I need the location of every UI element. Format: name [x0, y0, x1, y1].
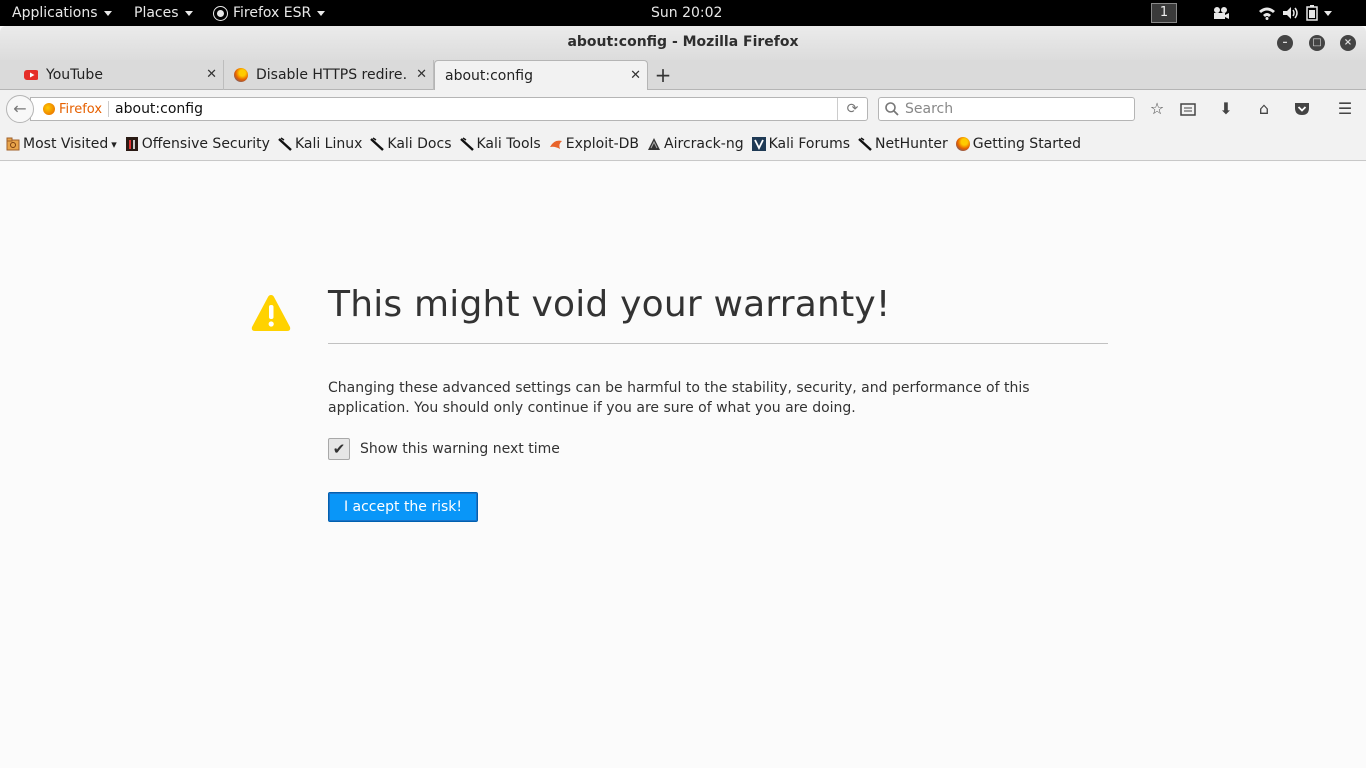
identity-label: Firefox	[59, 101, 103, 117]
bookmark-label: Getting Started	[972, 136, 1082, 152]
tab-bar: YouTube ✕ Disable HTTPS redire… ✕ about:…	[0, 60, 1366, 91]
url-text[interactable]: about:config	[109, 101, 203, 117]
forums-icon	[751, 137, 766, 151]
workspace-indicator[interactable]: 1	[1151, 3, 1177, 23]
folder-icon	[6, 137, 20, 151]
video-camera-icon	[1214, 7, 1229, 19]
bookmark-kali-forums[interactable]: Kali Forums	[751, 136, 851, 152]
bookmark-label: Kali Docs	[387, 136, 452, 152]
window-title: about:config - Mozilla Firefox	[567, 34, 799, 50]
warning-title: This might void your warranty!	[328, 284, 891, 325]
bookmark-kali-docs[interactable]: Kali Docs	[370, 136, 452, 152]
back-arrow-icon: ←	[13, 99, 27, 118]
chevron-down-icon	[1324, 10, 1332, 16]
checkmark-icon: ✔	[332, 440, 346, 458]
bookmark-label: Kali Tools	[476, 136, 541, 152]
checkbox-label[interactable]: Show this warning next time	[360, 441, 560, 457]
chevron-down-icon	[317, 10, 326, 16]
pocket-icon[interactable]	[1291, 98, 1313, 120]
bookmark-label: Aircrack-ng	[664, 136, 744, 152]
warning-icon	[251, 295, 291, 331]
firefox-app-icon	[214, 6, 227, 20]
bookmark-label: Offensive Security	[141, 136, 270, 152]
applications-menu[interactable]: Applications	[12, 0, 112, 26]
bookmark-label: NetHunter	[875, 136, 948, 152]
close-icon[interactable]: ×	[1340, 35, 1356, 51]
offsec-icon	[125, 137, 138, 151]
bookmark-nethunter[interactable]: NetHunter	[858, 136, 948, 152]
bookmark-star-icon[interactable]: ☆	[1146, 98, 1168, 120]
kali-icon	[370, 137, 385, 151]
clock[interactable]: Sun 20:02	[651, 0, 722, 26]
download-icon[interactable]: ⬇	[1215, 98, 1237, 120]
aircrack-icon	[648, 138, 661, 150]
minimize-icon[interactable]: –	[1277, 35, 1293, 51]
show-warning-checkbox[interactable]: ✔	[328, 438, 350, 460]
divider	[328, 343, 1108, 344]
bookmark-offensive-security[interactable]: Offensive Security	[125, 136, 270, 152]
tab-label: YouTube	[46, 67, 103, 83]
bookmark-label: Most Visited	[23, 136, 109, 152]
bookmark-aircrack-ng[interactable]: Aircrack-ng	[647, 136, 744, 152]
system-status[interactable]	[1258, 0, 1332, 26]
new-tab-button[interactable]: +	[652, 63, 674, 87]
close-tab-icon[interactable]: ✕	[206, 67, 217, 82]
bookmarks-toolbar: Most Visited ▾ Offensive Security Kali L…	[0, 128, 1366, 161]
bookmark-label: Kali Linux	[294, 136, 363, 152]
bookmark-exploit-db[interactable]: Exploit-DB	[549, 136, 639, 152]
clock-label: Sun 20:02	[651, 5, 723, 21]
places-menu[interactable]: Places	[134, 0, 193, 26]
bookmark-kali-linux[interactable]: Kali Linux	[278, 136, 362, 152]
bookmark-kali-tools[interactable]: Kali Tools	[459, 136, 541, 152]
firefox-icon	[43, 103, 55, 115]
kali-icon	[278, 137, 292, 151]
maximize-icon[interactable]: □	[1309, 35, 1325, 51]
bookmark-label: Exploit-DB	[565, 136, 640, 152]
status-menu[interactable]	[1212, 0, 1230, 26]
applications-label: Applications	[12, 5, 98, 21]
close-tab-icon[interactable]: ✕	[416, 67, 427, 82]
chevron-down-icon	[184, 10, 193, 16]
search-input[interactable]: Search	[878, 97, 1135, 121]
hamburger-menu-icon[interactable]: ☰	[1334, 98, 1356, 120]
places-label: Places	[134, 5, 179, 21]
bookmark-getting-started[interactable]: Getting Started	[955, 136, 1082, 152]
youtube-icon	[24, 70, 38, 80]
tab-label: Disable HTTPS redire…	[256, 67, 406, 83]
tab-about-config[interactable]: about:config ✕	[434, 60, 648, 91]
firefox-icon	[234, 68, 248, 82]
identity-box[interactable]: Firefox	[31, 101, 110, 117]
bookmark-label: Kali Forums	[768, 136, 851, 152]
exploitdb-icon	[549, 140, 562, 149]
gnome-top-bar: Applications Places Firefox ESR Sun 20:0…	[0, 0, 1366, 26]
close-tab-icon[interactable]: ✕	[630, 68, 641, 83]
search-placeholder: Search	[905, 101, 954, 117]
app-menu[interactable]: Firefox ESR	[214, 0, 326, 26]
bookmarks-menu-icon[interactable]	[1177, 98, 1199, 120]
url-bar[interactable]: Firefox about:config ⟳	[30, 97, 868, 121]
kali-icon	[459, 137, 474, 151]
wifi-icon	[1259, 7, 1275, 20]
tab-disable-https[interactable]: Disable HTTPS redire… ✕	[224, 60, 434, 90]
firefox-icon	[955, 137, 970, 151]
kali-icon	[858, 137, 872, 151]
bookmark-most-visited[interactable]: Most Visited ▾	[6, 136, 117, 152]
page-content: This might void your warranty! Changing …	[0, 162, 1366, 768]
show-warning-option[interactable]: ✔ Show this warning next time	[328, 438, 560, 460]
warning-message: Changing these advanced settings can be …	[328, 380, 1030, 416]
nav-toolbar: Firefox about:config ⟳ ← Search ☆ ⬇ ⌂ ☰	[0, 90, 1366, 128]
volume-icon	[1283, 7, 1298, 19]
app-menu-label: Firefox ESR	[233, 5, 312, 21]
reload-icon[interactable]: ⟳	[837, 98, 867, 120]
back-button[interactable]: ←	[6, 95, 34, 123]
chevron-down-icon	[103, 10, 112, 16]
search-icon	[885, 102, 899, 116]
chevron-down-icon: ▾	[111, 137, 117, 151]
tab-label: about:config	[445, 68, 533, 84]
accept-risk-button[interactable]: I accept the risk!	[328, 492, 478, 522]
home-icon[interactable]: ⌂	[1253, 98, 1275, 120]
tab-youtube[interactable]: YouTube ✕	[0, 60, 224, 90]
window-titlebar[interactable]: about:config - Mozilla Firefox – □ ×	[0, 26, 1366, 60]
battery-icon	[1306, 5, 1318, 21]
